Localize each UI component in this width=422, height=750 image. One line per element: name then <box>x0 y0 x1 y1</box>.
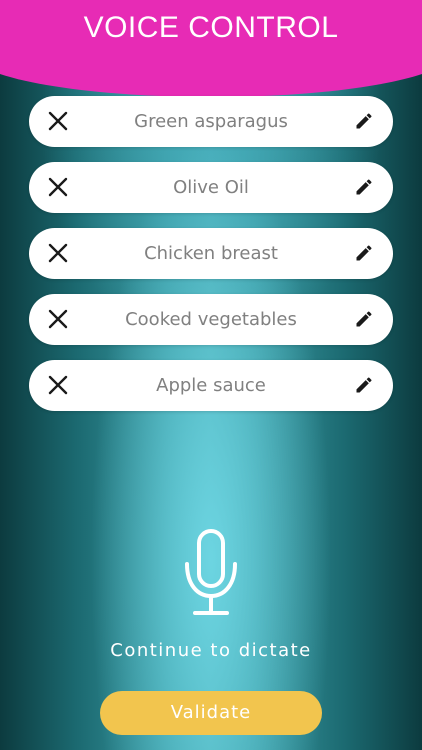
list-item: Green asparagus <box>29 96 393 147</box>
pencil-icon <box>356 245 372 261</box>
close-icon <box>48 375 68 395</box>
edit-item-button[interactable] <box>351 174 377 200</box>
pencil-icon <box>356 311 372 327</box>
ingredient-list: Green asparagus Olive Oil Chicken breast <box>29 96 393 426</box>
page-title: VOICE CONTROL <box>83 11 339 44</box>
remove-item-button[interactable] <box>45 372 71 398</box>
list-item-label: Apple sauce <box>156 375 266 396</box>
edit-item-button[interactable] <box>351 240 377 266</box>
pencil-icon <box>356 113 372 129</box>
remove-item-button[interactable] <box>45 240 71 266</box>
pencil-icon <box>356 377 372 393</box>
microphone-button[interactable] <box>183 528 239 618</box>
remove-item-button[interactable] <box>45 174 71 200</box>
remove-item-button[interactable] <box>45 108 71 134</box>
validate-button[interactable]: Validate <box>100 691 322 735</box>
close-icon <box>48 177 68 197</box>
list-item: Chicken breast <box>29 228 393 279</box>
list-item: Cooked vegetables <box>29 294 393 345</box>
microphone-icon <box>185 529 237 615</box>
pencil-icon <box>356 179 372 195</box>
header: VOICE CONTROL <box>0 0 422 100</box>
edit-item-button[interactable] <box>351 372 377 398</box>
edit-item-button[interactable] <box>351 306 377 332</box>
list-item: Apple sauce <box>29 360 393 411</box>
dictation-status: Continue to dictate <box>110 640 312 661</box>
list-item-label: Cooked vegetables <box>125 309 297 330</box>
list-item: Olive Oil <box>29 162 393 213</box>
close-icon <box>48 111 68 131</box>
close-icon <box>48 243 68 263</box>
remove-item-button[interactable] <box>45 306 71 332</box>
close-icon <box>48 309 68 329</box>
list-item-label: Green asparagus <box>134 111 288 132</box>
edit-item-button[interactable] <box>351 108 377 134</box>
list-item-label: Chicken breast <box>144 243 278 264</box>
list-item-label: Olive Oil <box>173 177 249 198</box>
